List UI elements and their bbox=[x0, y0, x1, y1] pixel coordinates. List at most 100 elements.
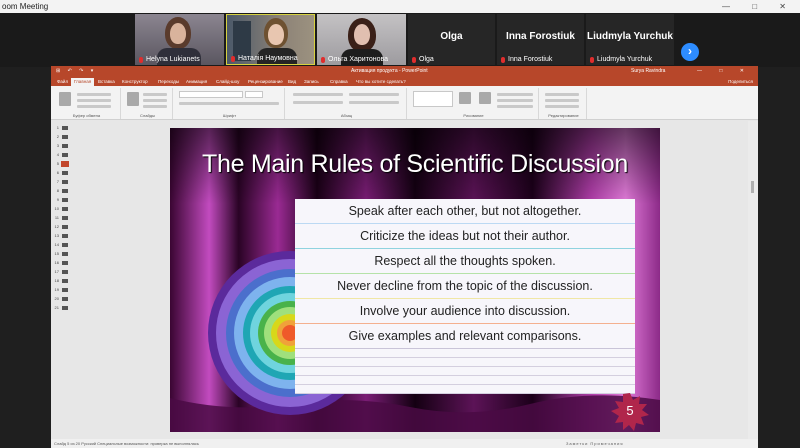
thumbnail[interactable]: 10 bbox=[53, 206, 69, 213]
tab-slideshow[interactable]: Слайд-шоу bbox=[213, 78, 242, 86]
empty-row bbox=[295, 385, 635, 394]
tab-design[interactable]: Конструктор bbox=[119, 78, 151, 86]
thumbnail[interactable]: 15 bbox=[53, 251, 69, 258]
rule-item[interactable]: Respect all the thoughts spoken. bbox=[295, 249, 635, 274]
paste-icon[interactable] bbox=[59, 92, 71, 106]
shapes-gallery[interactable] bbox=[413, 91, 453, 107]
share-button[interactable]: Поделиться bbox=[728, 78, 753, 86]
status-view-controls[interactable]: Заметки Примечания bbox=[566, 439, 624, 448]
thumbnail[interactable]: 3 bbox=[53, 143, 69, 150]
tab-help[interactable]: Справка bbox=[327, 78, 351, 86]
thumbnail[interactable]: 2 bbox=[53, 134, 69, 141]
thumbnail[interactable]: 1 bbox=[53, 125, 69, 132]
muted-mic-icon bbox=[501, 56, 505, 63]
new-slide-icon[interactable] bbox=[127, 92, 139, 106]
font-size-select[interactable] bbox=[245, 91, 263, 98]
group-clipboard: Буфер обмена bbox=[53, 88, 121, 119]
thumbnail[interactable]: 17 bbox=[53, 269, 69, 276]
rule-item[interactable]: Never decline from the topic of the disc… bbox=[295, 274, 635, 299]
muted-mic-icon bbox=[412, 56, 416, 63]
rule-item[interactable]: Speak after each other, but not altogeth… bbox=[295, 199, 635, 224]
participant-tile[interactable]: Liudmyla Yurchuk Liudmyla Yurchuk bbox=[586, 14, 674, 65]
thumbnail-selected[interactable]: 5 bbox=[53, 161, 69, 168]
document-title: Активация продукта - PowerPoint bbox=[351, 68, 428, 74]
group-drawing: Рисование bbox=[409, 88, 539, 119]
thumbnail[interactable]: 9 bbox=[53, 197, 69, 204]
empty-row bbox=[295, 367, 635, 376]
quick-styles-icon[interactable] bbox=[479, 92, 491, 104]
participant-name: Helyna Lukianets bbox=[139, 56, 200, 63]
thumbnail[interactable]: 6 bbox=[53, 170, 69, 177]
tell-me-search[interactable]: Что вы хотите сделать? bbox=[356, 78, 406, 86]
slide[interactable]: The Main Rules of Scientific Discussion … bbox=[170, 128, 660, 432]
muted-mic-icon bbox=[231, 55, 235, 62]
thumbnail[interactable]: 11 bbox=[53, 215, 69, 222]
status-bar: Слайд 5 из 20 Русский Специальные возмож… bbox=[51, 439, 758, 448]
thumbnail[interactable]: 19 bbox=[53, 287, 69, 294]
ribbon-tabs: Файл Главная Вставка Конструктор Переход… bbox=[51, 77, 758, 86]
participant-tile[interactable]: Ольга Харитонова bbox=[317, 14, 406, 65]
ribbon: Буфер обмена Слайды Шрифт Абзац Рисовани… bbox=[51, 86, 758, 120]
rule-item[interactable]: Involve your audience into discussion. bbox=[295, 299, 635, 324]
empty-row bbox=[295, 358, 635, 367]
window-titlebar: oom Meeting — □ ✕ bbox=[0, 0, 800, 13]
chevron-right-icon[interactable]: › bbox=[681, 43, 699, 61]
rule-item[interactable]: Give examples and relevant comparisons. bbox=[295, 324, 635, 349]
thumbnail[interactable]: 8 bbox=[53, 188, 69, 195]
tab-transitions[interactable]: Переходы bbox=[155, 78, 182, 86]
tab-insert[interactable]: Вставка bbox=[95, 78, 118, 86]
slide-number: 5 bbox=[626, 403, 634, 418]
powerpoint-titlebar: ⊞ ↶ ↷ ▾ Активация продукта - PowerPoint … bbox=[51, 66, 758, 77]
tab-review[interactable]: Рецензирование bbox=[245, 78, 286, 86]
thumbnail[interactable]: 14 bbox=[53, 242, 69, 249]
tab-animations[interactable]: Анимация bbox=[183, 78, 210, 86]
muted-mic-icon bbox=[590, 56, 594, 63]
tab-home[interactable]: Главная bbox=[71, 78, 95, 86]
tab-file[interactable]: Файл bbox=[54, 78, 71, 86]
thumbnail[interactable]: 4 bbox=[53, 152, 69, 159]
thumbnail[interactable]: 16 bbox=[53, 260, 69, 267]
tab-view[interactable]: Вид bbox=[285, 78, 299, 86]
group-paragraph: Абзац bbox=[287, 88, 407, 119]
powerpoint-window-controls[interactable]: — □ ✕ bbox=[697, 66, 752, 77]
participant-display-name: Inna Forostiuk bbox=[506, 31, 575, 42]
quick-access-toolbar[interactable]: ⊞ ↶ ↷ ▾ bbox=[56, 66, 96, 77]
group-font: Шрифт bbox=[175, 88, 285, 119]
group-slides: Слайды bbox=[123, 88, 173, 119]
muted-mic-icon bbox=[321, 56, 325, 63]
participant-display-name: Liudmyla Yurchuk bbox=[587, 31, 673, 42]
participant-tile-active-speaker[interactable]: Наталія Наумовна bbox=[226, 14, 315, 65]
participant-name: Liudmyla Yurchuk bbox=[590, 56, 652, 63]
empty-row bbox=[295, 376, 635, 385]
participant-name: Наталія Наумовна bbox=[231, 55, 298, 62]
font-family-select[interactable] bbox=[179, 91, 243, 98]
thumbnail[interactable]: 7 bbox=[53, 179, 69, 186]
participant-display-name: Olga bbox=[440, 31, 463, 42]
thumbnail[interactable]: 12 bbox=[53, 224, 69, 231]
window-controls[interactable]: — □ ✕ bbox=[722, 0, 796, 13]
thumbnail[interactable]: 20 bbox=[53, 296, 69, 303]
vertical-scrollbar[interactable] bbox=[748, 121, 758, 439]
slide-title[interactable]: The Main Rules of Scientific Discussion bbox=[170, 150, 660, 179]
scrollbar-thumb[interactable] bbox=[751, 181, 754, 193]
user-name[interactable]: Surya Ravindra bbox=[631, 66, 665, 77]
rules-list: Speak after each other, but not altogeth… bbox=[295, 199, 635, 394]
tab-record[interactable]: Запись bbox=[301, 78, 322, 86]
participant-tile[interactable]: Helyna Lukianets bbox=[135, 14, 224, 65]
arrange-icon[interactable] bbox=[459, 92, 471, 104]
participant-name: Inna Forostiuk bbox=[501, 56, 552, 63]
window-title: oom Meeting bbox=[2, 2, 49, 11]
participant-tile[interactable]: Inna Forostiuk Inna Forostiuk bbox=[497, 14, 584, 65]
participant-name: Ольга Харитонова bbox=[321, 56, 388, 63]
thumbnail[interactable]: 21 bbox=[53, 305, 69, 312]
slide-number-badge: 5 bbox=[610, 392, 650, 432]
group-editing: Редактирование bbox=[541, 88, 587, 119]
participants-gallery: Helyna Lukianets Наталія Наумовна Ольга … bbox=[0, 13, 800, 67]
thumbnail[interactable]: 13 bbox=[53, 233, 69, 240]
participant-tile[interactable]: Olga Olga bbox=[408, 14, 495, 65]
empty-row bbox=[295, 349, 635, 358]
participant-name: Olga bbox=[412, 56, 434, 63]
slide-thumbnails: 1 2 3 4 5 6 7 8 9 10 11 12 13 14 15 16 1… bbox=[51, 121, 70, 439]
thumbnail[interactable]: 18 bbox=[53, 278, 69, 285]
rule-item[interactable]: Criticize the ideas but not their author… bbox=[295, 224, 635, 249]
